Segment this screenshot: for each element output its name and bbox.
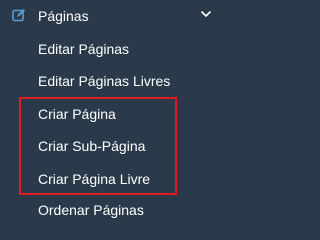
menu-item-criar-sub-pagina[interactable]: Criar Sub-Página <box>38 137 145 155</box>
menu-title: Páginas <box>38 8 89 24</box>
menu-item-criar-pagina-livre[interactable]: Criar Página Livre <box>38 170 150 188</box>
sidebar-menu: Páginas Editar Páginas Editar Páginas Li… <box>0 0 226 231</box>
menu-header-paginas[interactable]: Páginas <box>0 0 226 32</box>
menu-item-ordenar-paginas[interactable]: Ordenar Páginas <box>38 201 144 219</box>
menu-item-editar-paginas[interactable]: Editar Páginas <box>38 40 129 58</box>
edit-icon <box>12 8 26 22</box>
chevron-down-icon[interactable] <box>200 7 212 19</box>
menu-item-editar-paginas-livres[interactable]: Editar Páginas Livres <box>38 72 170 90</box>
menu-item-criar-pagina[interactable]: Criar Página <box>38 105 116 123</box>
